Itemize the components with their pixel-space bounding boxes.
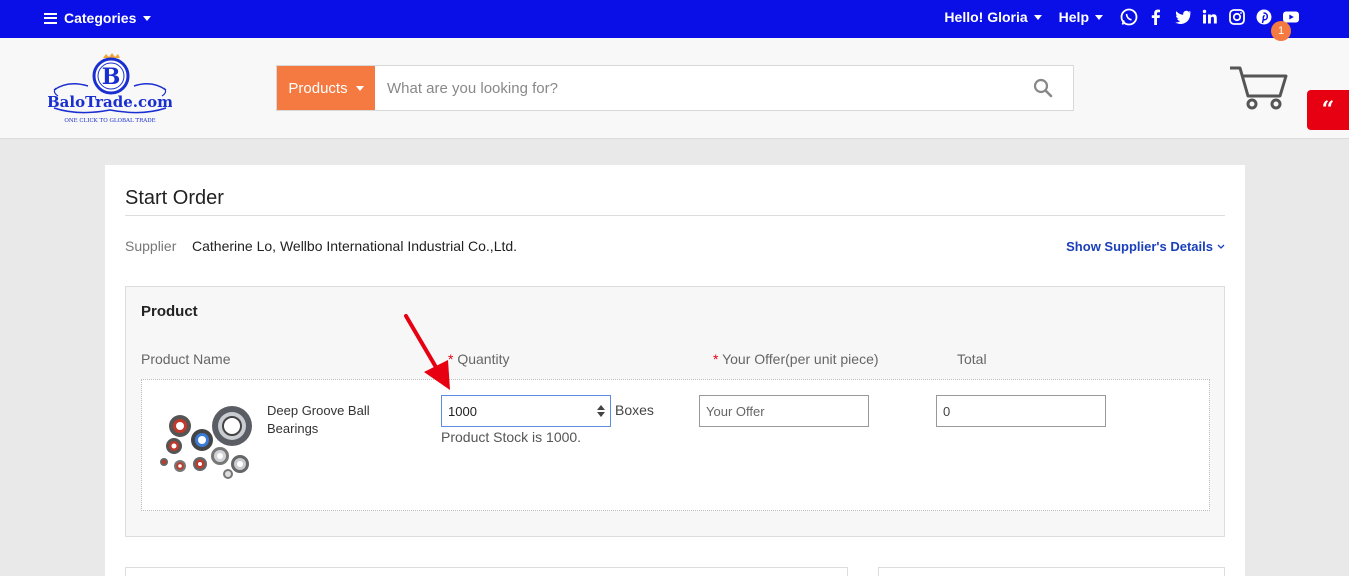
greeting-label: Hello! Gloria <box>944 9 1028 25</box>
balotrade-logo[interactable]: B BaloTrade.com ONE CLICK TO GLOBAL TRAD… <box>47 52 173 126</box>
column-header-total: Total <box>957 351 987 367</box>
search-bar: Products <box>276 65 1074 111</box>
user-menu[interactable]: Hello! Gloria <box>944 9 1042 25</box>
top-bar: Categories Hello! Gloria Help <box>0 0 1349 38</box>
product-section: Product Product Name * Quantity * Your O… <box>125 286 1225 537</box>
hamburger-icon <box>44 12 57 24</box>
linkedin-icon[interactable] <box>1201 8 1219 26</box>
search-scope-label: Products <box>288 79 348 97</box>
whatsapp-icon[interactable] <box>1120 8 1138 26</box>
chevron-down-icon <box>143 15 152 21</box>
chevron-down-icon <box>1095 14 1103 20</box>
svg-text:ONE CLICK TO GLOBAL TRADE: ONE CLICK TO GLOBAL TRADE <box>64 118 155 124</box>
categories-label: Categories <box>64 10 137 26</box>
total-field: 0 <box>936 395 1106 427</box>
search-icon[interactable] <box>1013 66 1073 110</box>
quantity-unit: Boxes <box>615 402 654 418</box>
offer-header-label: Your Offer(per unit piece) <box>722 351 879 367</box>
cart-icon[interactable] <box>1228 58 1292 112</box>
search-scope-dropdown[interactable]: Products <box>277 66 375 110</box>
column-header-offer: * Your Offer(per unit piece) <box>713 351 879 367</box>
product-image[interactable] <box>156 402 256 482</box>
quantity-value: 1000 <box>448 403 477 419</box>
divider <box>125 215 1225 216</box>
show-supplier-details-link[interactable]: Show Supplier's Details <box>1066 239 1225 254</box>
categories-menu[interactable]: Categories <box>44 10 152 26</box>
quantity-header-label: Quantity <box>457 351 510 367</box>
supplier-name: Catherine Lo, Wellbo International Indus… <box>192 238 518 254</box>
required-mark: * <box>713 351 719 367</box>
cart-count-badge: 1 <box>1271 21 1291 41</box>
supplier-details-label: Show Supplier's Details <box>1066 239 1213 254</box>
help-label: Help <box>1058 9 1089 25</box>
help-menu[interactable]: Help <box>1059 9 1103 25</box>
stock-note: Product Stock is 1000. <box>441 429 582 445</box>
twitter-icon[interactable] <box>1174 8 1192 26</box>
chevron-down-icon <box>1217 244 1225 249</box>
offer-input[interactable]: Your Offer <box>699 395 869 427</box>
product-row: Deep Groove Ball Bearings 1000 Boxes Pro… <box>141 379 1210 511</box>
order-details-panel <box>125 567 848 576</box>
start-order-card: Start Order Supplier Catherine Lo, Wellb… <box>105 165 1245 576</box>
page-title: Start Order <box>125 187 224 209</box>
facebook-icon[interactable] <box>1147 8 1165 26</box>
quantity-stepper[interactable]: 1000 <box>441 395 611 427</box>
quote-icon[interactable]: “ <box>1307 90 1349 130</box>
svg-text:BaloTrade.com: BaloTrade.com <box>48 93 172 111</box>
chevron-down-icon <box>1033 14 1042 20</box>
product-name-link[interactable]: Deep Groove Ball Bearings <box>267 402 397 438</box>
annotation-arrow-icon <box>400 312 460 394</box>
order-summary-panel <box>878 567 1225 576</box>
svg-text:B: B <box>102 64 121 90</box>
product-section-title: Product <box>141 303 198 320</box>
search-input[interactable] <box>375 66 1013 110</box>
supplier-label: Supplier <box>125 238 177 254</box>
pinterest-icon[interactable] <box>1255 8 1273 26</box>
chevron-down-icon <box>355 85 364 91</box>
column-header-product-name: Product Name <box>141 351 231 367</box>
spinner-icon[interactable] <box>592 396 610 426</box>
instagram-icon[interactable] <box>1228 8 1246 26</box>
site-header: B BaloTrade.com ONE CLICK TO GLOBAL TRAD… <box>0 38 1349 139</box>
